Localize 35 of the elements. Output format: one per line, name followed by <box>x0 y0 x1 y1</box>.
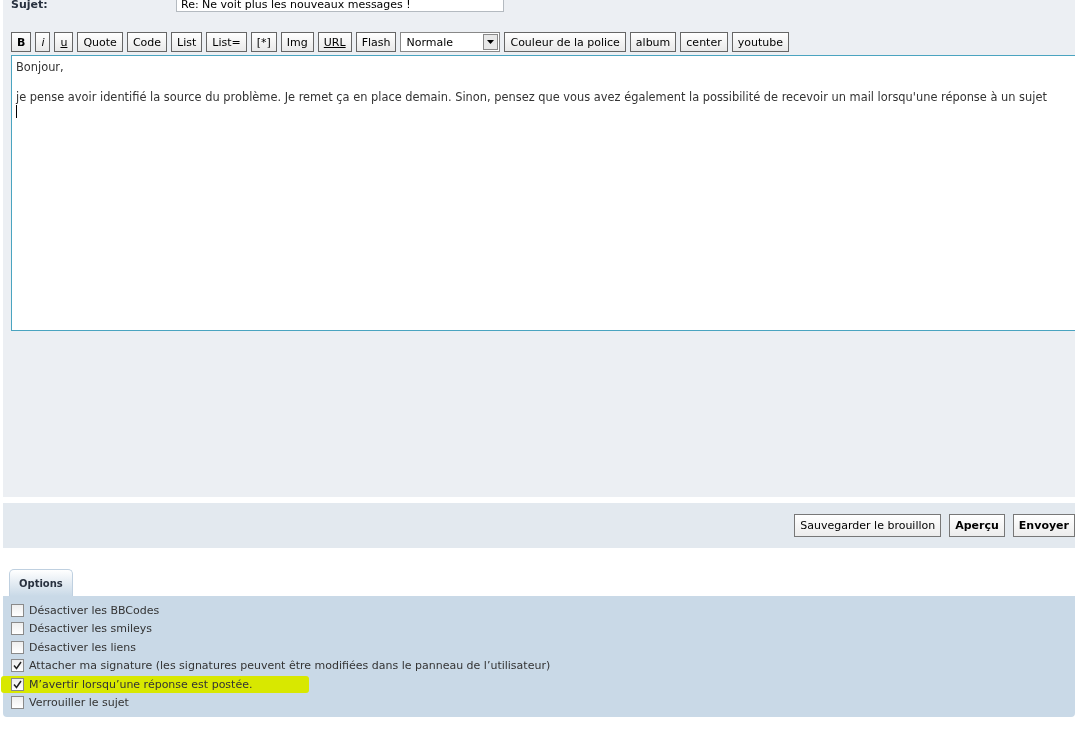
format-button[interactable]: URL <box>317 32 352 52</box>
action-button[interactable]: Sauvegarder le brouillon <box>794 514 942 537</box>
format-button[interactable]: Quote <box>77 32 123 52</box>
format-button[interactable]: Couleur de la police <box>504 32 626 52</box>
option-label: Désactiver les smileys <box>29 622 153 636</box>
format-button[interactable]: [*] <box>250 32 277 52</box>
checkbox[interactable] <box>11 622 24 636</box>
option-label: Attacher ma signature (les signatures peuvent être modifiées dans le panneau de l’utilisateur) <box>29 659 551 673</box>
format-button[interactable]: album <box>629 32 677 52</box>
message-editor[interactable]: Bonjour, je pense avoir identifié la source du problème. Je remet ça en place demain. Sinon, pensez que vous avez également la possibilité de recevoir un mail lorsqu'une réponse à un sujet <box>11 55 1075 331</box>
options-tab[interactable]: Options <box>9 569 73 596</box>
dropdown-caret-icon <box>483 34 499 50</box>
option-label: Désactiver les liens <box>29 640 137 654</box>
checkbox[interactable] <box>11 640 24 654</box>
subject-field[interactable]: Re: Ne voit plus les nouveaux messages ! <box>176 0 504 12</box>
checkbox[interactable] <box>11 659 24 673</box>
format-button[interactable]: Code <box>126 32 168 52</box>
format-button[interactable]: B <box>11 32 32 52</box>
checkbox[interactable] <box>11 603 24 617</box>
action-button[interactable]: Envoyer <box>1012 514 1075 537</box>
option-label: Désactiver les BBCodes <box>29 603 160 617</box>
format-button[interactable]: youtube <box>731 32 789 52</box>
format-button[interactable]: Flash <box>355 32 397 52</box>
action-button[interactable]: Aperçu <box>949 514 1005 537</box>
option-label: Verrouiller le sujet <box>29 696 129 710</box>
subject-label: Sujet: <box>11 0 49 11</box>
font-size-select[interactable]: Normale <box>400 32 501 52</box>
format-button[interactable]: List= <box>206 32 247 52</box>
format-button[interactable]: u <box>54 32 74 52</box>
format-button[interactable]: List <box>171 32 203 52</box>
option-label: M’avertir lorsqu’une réponse est postée. <box>29 677 253 691</box>
checkbox[interactable] <box>11 696 24 710</box>
format-button[interactable]: center <box>680 32 728 52</box>
format-button[interactable]: Img <box>280 32 314 52</box>
format-button[interactable]: i <box>35 32 51 52</box>
